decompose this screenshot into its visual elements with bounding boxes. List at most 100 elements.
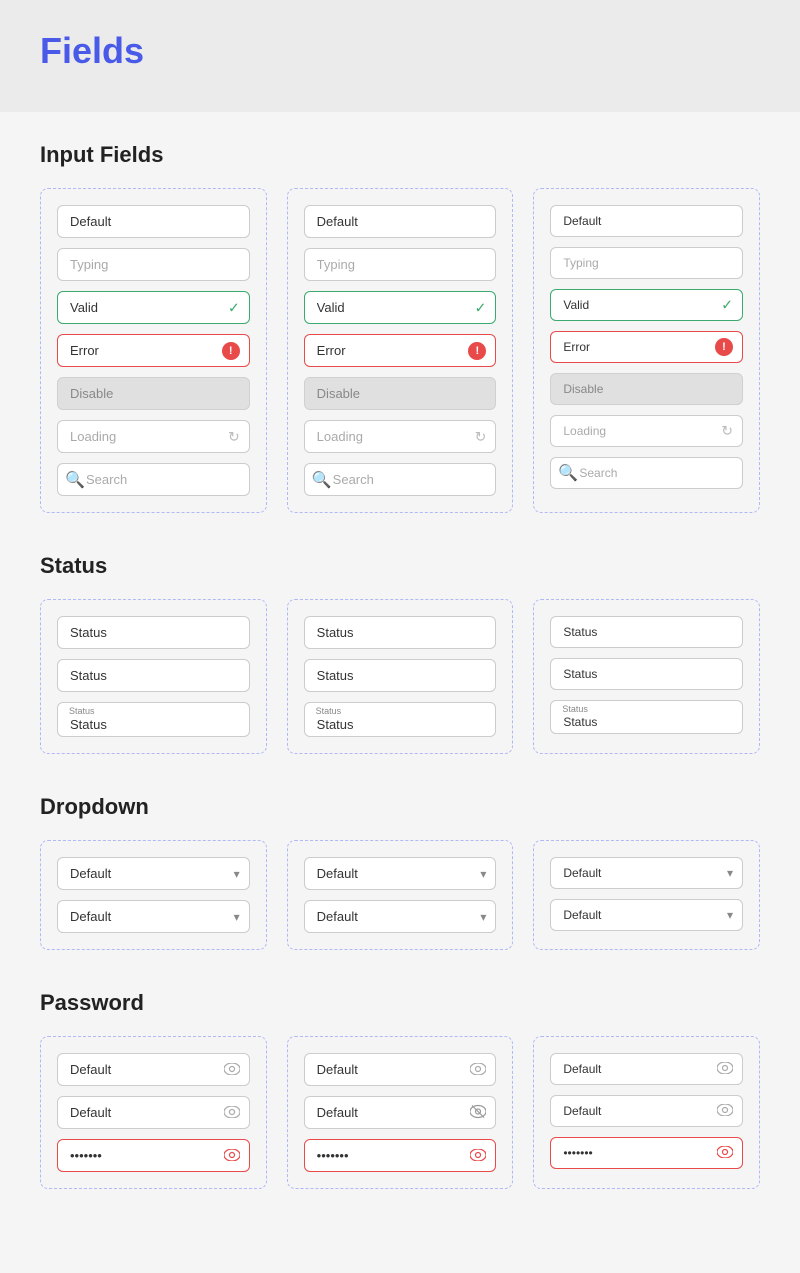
loading-field-wrap-2: ↻ <box>304 420 497 453</box>
status-plain-2b <box>304 659 497 692</box>
search-input-1[interactable] <box>57 463 250 496</box>
loading-input-3[interactable] <box>550 415 743 447</box>
valid-check-icon-2: ✓ <box>475 299 487 316</box>
input-fields-col-2: ✓ ! ↻ 🔍 <box>287 188 514 513</box>
password-columns <box>40 1036 760 1189</box>
eye-icon-3b[interactable] <box>717 1103 733 1119</box>
default-field-wrap-1 <box>57 205 250 238</box>
password-col-3 <box>533 1036 760 1189</box>
dropdown-select-1a[interactable]: Default <box>57 857 250 890</box>
loading-field-wrap-1: ↻ <box>57 420 250 453</box>
pw-input-3a[interactable] <box>550 1053 743 1085</box>
valid-input-2[interactable] <box>304 291 497 324</box>
dropdown-col-3: Default ▾ Default ▾ <box>533 840 760 950</box>
status-input-3a[interactable] <box>550 616 743 648</box>
error-icon-3: ! <box>715 338 733 356</box>
status-input-2a[interactable] <box>304 616 497 649</box>
pw-input-3c[interactable] <box>550 1137 743 1169</box>
status-input-1b[interactable] <box>57 659 250 692</box>
dropdown-select-2a[interactable]: Default <box>304 857 497 890</box>
status-labeled-1c: Status <box>57 702 250 737</box>
loading-input-1[interactable] <box>57 420 250 453</box>
pw-input-1b[interactable] <box>57 1096 250 1129</box>
pw-input-2b[interactable] <box>304 1096 497 1129</box>
search-input-3[interactable] <box>550 457 743 489</box>
valid-input-1[interactable] <box>57 291 250 324</box>
pw-input-1c[interactable] <box>57 1139 250 1172</box>
eye-icon-2a[interactable] <box>470 1062 486 1078</box>
pw-input-2c[interactable] <box>304 1139 497 1172</box>
eye-icon-1c[interactable] <box>224 1148 240 1164</box>
pw-input-1a[interactable] <box>57 1053 250 1086</box>
pw-wrap-3a <box>550 1053 743 1085</box>
typing-field-wrap-3 <box>550 247 743 279</box>
default-field-wrap-2 <box>304 205 497 238</box>
status-input-3b[interactable] <box>550 658 743 690</box>
dropdown-select-2b[interactable]: Default <box>304 900 497 933</box>
password-section: Password <box>0 990 800 1189</box>
eye-icon-3a[interactable] <box>717 1061 733 1077</box>
password-title: Password <box>40 990 760 1016</box>
search-input-2[interactable] <box>304 463 497 496</box>
dropdown-section: Dropdown Default ▾ Default ▾ Default <box>0 794 800 950</box>
dropdown-col-2: Default ▾ Default ▾ <box>287 840 514 950</box>
eye-slash-icon-2b[interactable] <box>470 1104 486 1121</box>
loading-input-2[interactable] <box>304 420 497 453</box>
status-col-1: Status <box>40 599 267 754</box>
disabled-input-3 <box>550 373 743 405</box>
status-plain-1a <box>57 616 250 649</box>
valid-field-wrap-1: ✓ <box>57 291 250 324</box>
valid-field-wrap-3: ✓ <box>550 289 743 321</box>
pw-input-2a[interactable] <box>304 1053 497 1086</box>
disabled-field-wrap-2 <box>304 377 497 410</box>
disabled-input-2 <box>304 377 497 410</box>
eye-icon-3c[interactable] <box>717 1145 733 1161</box>
pw-wrap-2c <box>304 1139 497 1172</box>
search-icon-3: 🔍 <box>558 463 578 483</box>
pw-wrap-3c <box>550 1137 743 1169</box>
valid-input-3[interactable] <box>550 289 743 321</box>
default-input-3[interactable] <box>550 205 743 237</box>
typing-input-3[interactable] <box>550 247 743 279</box>
status-input-1a[interactable] <box>57 616 250 649</box>
status-plain-3a <box>550 616 743 648</box>
password-col-1 <box>40 1036 267 1189</box>
valid-field-wrap-2: ✓ <box>304 291 497 324</box>
typing-input-1[interactable] <box>57 248 250 281</box>
dropdown-title: Dropdown <box>40 794 760 820</box>
dropdown-wrap-2b: Default ▾ <box>304 900 497 933</box>
search-field-wrap-2: 🔍 <box>304 463 497 496</box>
pw-wrap-1a <box>57 1053 250 1086</box>
default-input-1[interactable] <box>57 205 250 238</box>
default-input-2[interactable] <box>304 205 497 238</box>
status-field-label-1c: Status <box>69 706 95 716</box>
page-title: Fields <box>40 30 760 72</box>
eye-icon-1a[interactable] <box>224 1062 240 1078</box>
pw-wrap-3b <box>550 1095 743 1127</box>
error-icon-2: ! <box>468 342 486 360</box>
dropdown-wrap-3b: Default ▾ <box>550 899 743 931</box>
eye-icon-2c[interactable] <box>470 1148 486 1164</box>
input-fields-col-3: ✓ ! ↻ 🔍 <box>533 188 760 513</box>
pw-input-3b[interactable] <box>550 1095 743 1127</box>
dropdown-wrap-2a: Default ▾ <box>304 857 497 890</box>
search-field-wrap-3: 🔍 <box>550 457 743 489</box>
status-columns: Status Status <box>40 599 760 754</box>
dropdown-wrap-1a: Default ▾ <box>57 857 250 890</box>
status-input-2b[interactable] <box>304 659 497 692</box>
default-field-wrap-3 <box>550 205 743 237</box>
typing-field-wrap-2 <box>304 248 497 281</box>
error-icon-1: ! <box>222 342 240 360</box>
search-icon-2: 🔍 <box>312 470 332 490</box>
dropdown-columns: Default ▾ Default ▾ Default ▾ Defa <box>40 840 760 950</box>
dropdown-select-3a[interactable]: Default <box>550 857 743 889</box>
typing-input-2[interactable] <box>304 248 497 281</box>
dropdown-select-3b[interactable]: Default <box>550 899 743 931</box>
status-labeled-3c: Status <box>550 700 743 734</box>
status-field-label-2c: Status <box>316 706 342 716</box>
dropdown-select-1b[interactable]: Default <box>57 900 250 933</box>
pw-wrap-1c <box>57 1139 250 1172</box>
typing-field-wrap-1 <box>57 248 250 281</box>
status-plain-1b <box>57 659 250 692</box>
eye-icon-1b[interactable] <box>224 1105 240 1121</box>
